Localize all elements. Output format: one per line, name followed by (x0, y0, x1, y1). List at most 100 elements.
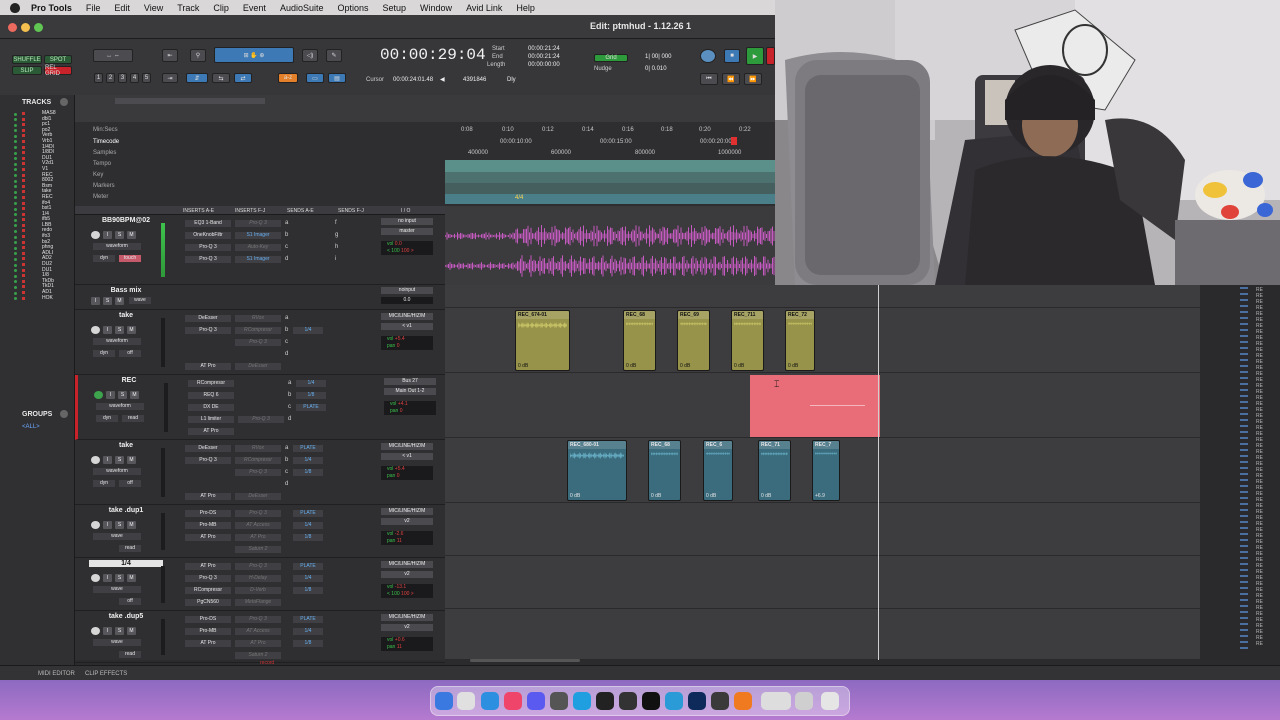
track-name[interactable]: take (89, 312, 163, 319)
track-header[interactable]: BB90BPM@02 I S Mwaveform dyn touch EQ3 1-Band O… (75, 215, 445, 285)
send-slot[interactable]: b (285, 327, 288, 333)
insert-slot-fj[interactable]: Pro-Q 3 (235, 616, 281, 623)
mute-button[interactable]: M (130, 391, 139, 399)
lane-take-dup1[interactable] (445, 503, 1200, 556)
track-view-select[interactable]: wave (93, 533, 141, 540)
track-active-dot-icon[interactable] (14, 207, 17, 211)
groups-menu-icon[interactable] (60, 410, 68, 418)
output-select[interactable]: v2 (381, 571, 433, 578)
input-select[interactable]: MIC/LINE/HIZ/M (381, 561, 433, 568)
track-active-dot-icon[interactable] (14, 196, 17, 200)
track-view-select[interactable]: waveform (93, 243, 141, 250)
insert-slot-fj[interactable]: RVox (235, 315, 281, 322)
input-select[interactable]: noinput (381, 287, 433, 294)
send-slot[interactable]: d (285, 481, 288, 487)
solo-button[interactable]: S (115, 521, 124, 529)
audio-clip[interactable]: REC_68 0 dB (648, 440, 681, 501)
track-active-dot-icon[interactable] (14, 190, 17, 194)
insert-slot-fj[interactable]: MetaFlange (235, 599, 281, 606)
insert-slot-fj[interactable]: AT Pro (235, 640, 281, 647)
menu-options[interactable]: Options (330, 3, 375, 13)
track-active-dot-icon[interactable] (14, 280, 17, 284)
insert-slot[interactable]: Pro-Q 3 (185, 256, 231, 263)
send-slot-fj[interactable]: f (335, 220, 337, 226)
send-slot[interactable]: c (285, 469, 288, 475)
track-active-dot-icon[interactable] (14, 179, 17, 183)
track-name[interactable]: take .dup1 (89, 507, 163, 514)
insert-slot[interactable]: AT Pro (185, 534, 231, 541)
volume-pan-display[interactable]: vol +4.1 pan 0 (384, 401, 436, 415)
insert-slot-fj[interactable]: Saturn 2 (235, 652, 281, 659)
audio-clip[interactable]: REC_680-01 0 dB (567, 440, 627, 501)
zoom-preset-3[interactable]: 3 (118, 73, 127, 83)
insert-slot-fj[interactable]: Pro-Q 3 (235, 220, 281, 227)
solo-button[interactable]: S (115, 231, 124, 239)
audio-clip[interactable]: REC_68 0 dB (623, 310, 656, 371)
record-enable-button[interactable] (91, 627, 100, 635)
insert-slot[interactable]: Pro-Q 3 (185, 575, 231, 582)
track-active-dot-icon[interactable] (14, 157, 17, 161)
record-enable-button[interactable] (94, 391, 103, 399)
terminal-icon[interactable] (711, 692, 729, 710)
audio-clip[interactable]: REC_7 +6.9 (812, 440, 840, 501)
meter-ruler-bar[interactable] (445, 194, 775, 204)
volume-pan-display[interactable]: vol 0.0 < 100 100 > (381, 241, 433, 255)
insert-slot[interactable]: AT Pro (185, 563, 231, 570)
mute-button[interactable]: M (127, 231, 136, 239)
dyn-button[interactable]: dyn (93, 480, 115, 487)
track-header[interactable]: take I S Mwaveform dyn off DeEsser Pro-Q 3 AT Pr… (75, 440, 445, 505)
insert-slot-fj[interactable]: D-Verb (235, 587, 281, 594)
nudge-value[interactable]: 0| 0.010 (645, 66, 667, 72)
insert-slot-fj[interactable]: Pro-Q 3 (235, 510, 281, 517)
insert-slot[interactable]: PgCN560 (185, 599, 231, 606)
input-monitor-button[interactable]: I (106, 391, 115, 399)
tracks-list-item[interactable]: HOK (0, 295, 75, 302)
insert-slot-fj[interactable]: S1 Imager (235, 256, 281, 263)
insert-slot[interactable]: AT Pro (188, 428, 234, 435)
insertion-follows-icon[interactable]: ⇄ (234, 73, 252, 83)
insert-slot[interactable]: Pro-DS (185, 616, 231, 623)
insert-slot-fj[interactable]: RCompressr (235, 327, 281, 334)
track-active-dot-icon[interactable] (14, 174, 17, 178)
track-active-dot-icon[interactable] (14, 202, 17, 205)
insert-slot[interactable]: Pro-Q 3 (185, 327, 231, 334)
track-active-dot-icon[interactable] (14, 229, 17, 233)
track-active-dot-icon[interactable] (14, 134, 17, 138)
finder-icon[interactable] (435, 692, 453, 710)
mute-button[interactable]: M (115, 297, 124, 305)
menu-window[interactable]: Window (413, 3, 459, 13)
volume-pan-display[interactable]: vol +5.4 pan 0 (381, 336, 433, 350)
insert-slot-fj[interactable]: H-Delay (235, 575, 281, 582)
minimize-window-button[interactable] (21, 23, 30, 32)
send-assignment[interactable]: PLATE (293, 563, 323, 570)
dyn-button[interactable]: dyn (96, 415, 118, 422)
audio-clip[interactable]: REC_72 0 dB (785, 310, 815, 371)
insert-slot[interactable]: Pro-Q 3 (185, 244, 231, 251)
automation-mode-select[interactable]: off (119, 598, 141, 605)
output-select[interactable]: Main Out 1-2 (384, 388, 436, 395)
insert-slot[interactable]: AT Pro (185, 640, 231, 647)
insert-slot-fj[interactable]: Pro-Q 3 (238, 416, 284, 423)
insert-slot-fj[interactable]: Pro-Q 3 (235, 563, 281, 570)
output-select[interactable]: master (381, 228, 433, 235)
dyn-button[interactable]: dyn (93, 255, 115, 262)
send-assignment[interactable]: PLATE (293, 445, 323, 452)
instruments-icon[interactable] (527, 692, 545, 710)
track-name[interactable]: take .dup5 (89, 613, 163, 620)
menu-clip[interactable]: Clip (206, 3, 236, 13)
track-active-dot-icon[interactable] (14, 274, 17, 278)
solo-button[interactable]: S (115, 326, 124, 334)
mute-button[interactable]: M (127, 574, 136, 582)
insert-slot[interactable]: REQ 6 (188, 392, 234, 399)
start-value[interactable]: 00:00:21:24 (528, 46, 560, 52)
track-view-select[interactable]: waveform (96, 403, 144, 410)
audio-clip[interactable]: REC_69 0 dB (677, 310, 710, 371)
speaker-icon[interactable]: ◁) (302, 49, 318, 62)
launchpad-icon[interactable] (457, 692, 475, 710)
send-slot[interactable]: c (288, 404, 291, 410)
track-view-select[interactable]: wave (93, 586, 141, 593)
send-assignment[interactable]: 1/8 (293, 469, 323, 476)
pro-tools-icon[interactable] (550, 692, 568, 710)
track-view-select[interactable]: wave (93, 639, 141, 646)
solo-button[interactable]: S (115, 627, 124, 635)
